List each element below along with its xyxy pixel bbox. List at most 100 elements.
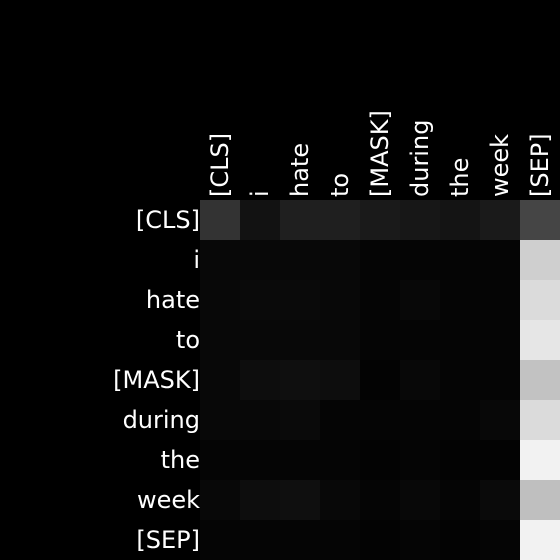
heatmap-cell-r2-c0	[200, 280, 240, 320]
heatmap-cell-r3-c5	[400, 320, 440, 360]
heatmap-cell-r5-c8	[520, 400, 560, 440]
heatmap-cell-r1-c1	[240, 240, 280, 280]
heatmap-cell-r7-c6	[440, 480, 480, 520]
row-label: [CLS]	[136, 206, 200, 234]
heatmap-cell-r1-c7	[480, 240, 520, 280]
heatmap-cell-r8-c2	[280, 520, 320, 560]
row-label: during	[123, 406, 200, 434]
row-label: to	[176, 326, 200, 354]
column-label: [CLS]	[206, 133, 234, 197]
attention-heatmap: [CLS]ihateto[MASK]duringtheweek[SEP] [CL…	[113, 110, 560, 560]
heatmap-cell-r5-c4	[360, 400, 400, 440]
heatmap-cell-r4-c5	[400, 360, 440, 400]
heatmap-cell-r0-c5	[400, 200, 440, 240]
heatmap-cell-r3-c4	[360, 320, 400, 360]
heatmap-cell-r5-c0	[200, 400, 240, 440]
heatmap-cell-r6-c7	[480, 440, 520, 480]
heatmap-cell-r4-c3	[320, 360, 360, 400]
column-label: [MASK]	[366, 110, 394, 197]
heatmap-cell-r2-c7	[480, 280, 520, 320]
heatmap-cell-r5-c1	[240, 400, 280, 440]
heatmap-cell-r6-c2	[280, 440, 320, 480]
column-label: week	[486, 134, 514, 197]
heatmap-cell-r3-c8	[520, 320, 560, 360]
heatmap-cell-r6-c8	[520, 440, 560, 480]
heatmap-cell-r3-c2	[280, 320, 320, 360]
heatmap-cell-r1-c3	[320, 240, 360, 280]
heatmap-cell-r8-c0	[200, 520, 240, 560]
heatmap-cell-r1-c6	[440, 240, 480, 280]
heatmap-cell-r5-c2	[280, 400, 320, 440]
heatmap-cell-r2-c5	[400, 280, 440, 320]
heatmap-cell-r8-c3	[320, 520, 360, 560]
heatmap-cell-r2-c3	[320, 280, 360, 320]
heatmap-cell-r4-c6	[440, 360, 480, 400]
row-label: week	[137, 486, 200, 514]
heatmap-cell-r3-c7	[480, 320, 520, 360]
row-label: [SEP]	[136, 526, 200, 554]
column-labels: [CLS] i hate to [MASK] during the week [SEP]	[206, 110, 554, 197]
column-label: the	[446, 158, 474, 197]
row-label: [MASK]	[113, 366, 200, 394]
heatmap-cell-r5-c7	[480, 400, 520, 440]
heatmap-cell-r5-c5	[400, 400, 440, 440]
heatmap-cell-r0-c8	[520, 200, 560, 240]
heatmap-cell-r3-c1	[240, 320, 280, 360]
heatmap-cell-r7-c2	[280, 480, 320, 520]
heatmap-cell-r7-c3	[320, 480, 360, 520]
column-label: [SEP]	[526, 133, 554, 197]
heatmap-cell-r7-c8	[520, 480, 560, 520]
heatmap-cells	[200, 200, 560, 560]
heatmap-cell-r0-c3	[320, 200, 360, 240]
heatmap-cell-r7-c4	[360, 480, 400, 520]
heatmap-cell-r7-c7	[480, 480, 520, 520]
heatmap-cell-r2-c1	[240, 280, 280, 320]
heatmap-cell-r0-c6	[440, 200, 480, 240]
heatmap-cell-r5-c6	[440, 400, 480, 440]
heatmap-cell-r3-c0	[200, 320, 240, 360]
heatmap-cell-r1-c2	[280, 240, 320, 280]
heatmap-cell-r0-c2	[280, 200, 320, 240]
heatmap-cell-r4-c0	[200, 360, 240, 400]
heatmap-cell-r3-c3	[320, 320, 360, 360]
heatmap-cell-r1-c5	[400, 240, 440, 280]
heatmap-cell-r4-c8	[520, 360, 560, 400]
heatmap-cell-r7-c5	[400, 480, 440, 520]
row-label: hate	[146, 286, 200, 314]
heatmap-cell-r0-c7	[480, 200, 520, 240]
heatmap-cell-r7-c0	[200, 480, 240, 520]
heatmap-cell-r2-c6	[440, 280, 480, 320]
column-label: to	[326, 173, 354, 197]
heatmap-cell-r6-c4	[360, 440, 400, 480]
heatmap-cell-r6-c6	[440, 440, 480, 480]
heatmap-cell-r4-c4	[360, 360, 400, 400]
heatmap-cell-r5-c3	[320, 400, 360, 440]
heatmap-cell-r0-c0	[200, 200, 240, 240]
heatmap-cell-r7-c1	[240, 480, 280, 520]
heatmap-cell-r8-c4	[360, 520, 400, 560]
heatmap-cell-r6-c0	[200, 440, 240, 480]
heatmap-cell-r6-c1	[240, 440, 280, 480]
row-label: i	[193, 246, 200, 274]
heatmap-cell-r4-c2	[280, 360, 320, 400]
column-label: hate	[286, 143, 314, 197]
heatmap-cell-r8-c1	[240, 520, 280, 560]
row-label: the	[161, 446, 200, 474]
heatmap-cell-r4-c1	[240, 360, 280, 400]
column-label: i	[246, 190, 274, 197]
heatmap-cell-r0-c4	[360, 200, 400, 240]
heatmap-cell-r4-c7	[480, 360, 520, 400]
heatmap-cell-r2-c4	[360, 280, 400, 320]
heatmap-cell-r1-c0	[200, 240, 240, 280]
heatmap-cell-r8-c8	[520, 520, 560, 560]
heatmap-cell-r1-c8	[520, 240, 560, 280]
row-labels: [CLS] i hate to [MASK] during the week [SEP]	[113, 206, 200, 554]
heatmap-cell-r8-c6	[440, 520, 480, 560]
heatmap-cell-r8-c5	[400, 520, 440, 560]
heatmap-cell-r2-c8	[520, 280, 560, 320]
heatmap-cell-r1-c4	[360, 240, 400, 280]
heatmap-cell-r8-c7	[480, 520, 520, 560]
column-label: during	[406, 120, 434, 197]
heatmap-cell-r3-c6	[440, 320, 480, 360]
heatmap-cell-r0-c1	[240, 200, 280, 240]
